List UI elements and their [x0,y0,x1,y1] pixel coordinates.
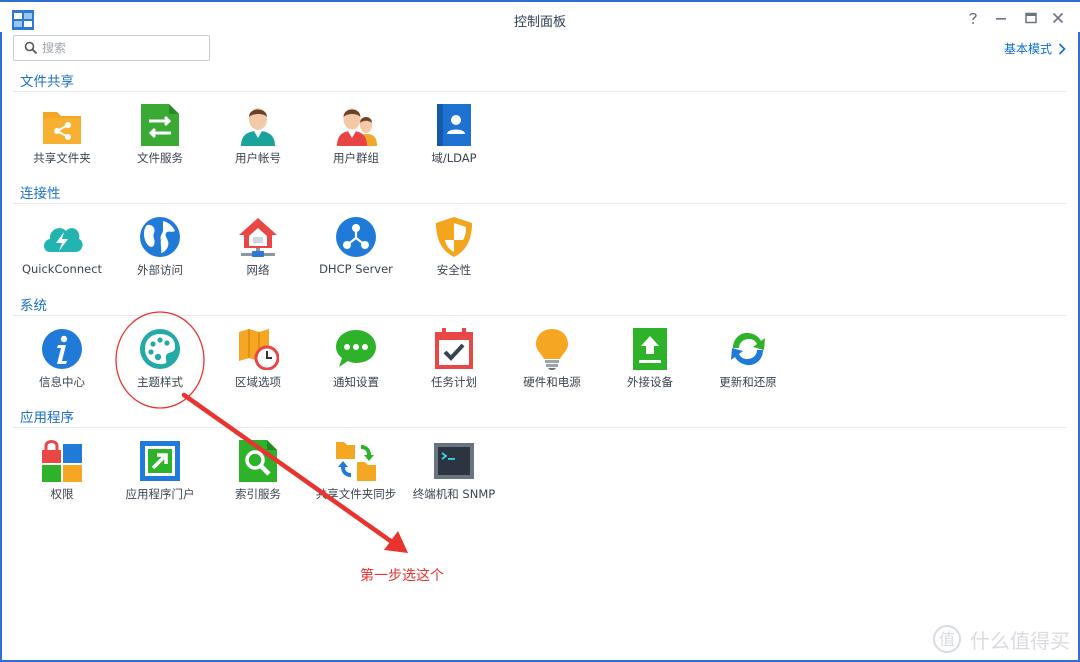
tile-update-restore[interactable]: 更新和还原 [699,328,797,428]
search-input[interactable] [42,39,202,57]
watermark-logo-icon: 值 [933,625,961,653]
quickconnect-cloud-icon [44,228,83,252]
help-icon [969,12,977,24]
lightbulb-icon [536,329,568,370]
chevron-right-icon [1058,42,1066,55]
chat-bubble-icon [336,330,376,367]
section-title-system: 系统 [20,298,47,314]
maximize-button[interactable] [1023,10,1039,26]
tile-security[interactable]: 安全性 [405,216,503,316]
section-title-applications: 应用程序 [20,410,74,426]
tile-notification[interactable]: 通知设置 [307,328,405,428]
tile-application-portal[interactable]: 应用程序门户 [111,440,209,540]
tile-dhcp-server[interactable]: DHCP Server [307,216,405,316]
indexing-search-icon [239,440,277,482]
tile-label: 安全性 [436,263,472,277]
tile-external-devices[interactable]: 外接设备 [601,328,699,428]
tile-user-account[interactable]: 用户帐号 [209,104,307,204]
refresh-icon [731,332,765,366]
window-title: 控制面板 [513,15,566,30]
svg-text:值: 值 [939,630,955,649]
shared-folder-icon [43,112,81,144]
tile-indexing-service[interactable]: 索引服务 [209,440,307,540]
maximize-icon [1025,12,1037,24]
section-title-connectivity: 连接性 [20,186,61,202]
tile-terminal-snmp[interactable]: 终端机和 SNMP [405,440,503,540]
folder-sync-icon [336,442,376,481]
calendar-check-icon [435,328,473,369]
tile-user-group[interactable]: 用户群组 [307,104,405,204]
section-title-file-sharing: 文件共享 [20,74,74,90]
watermark: 值 什么值得买 [932,624,1070,654]
tile-theme-style[interactable]: 主题样式 [111,328,209,428]
section-divider [13,91,1066,92]
user-icon [241,108,275,146]
privileges-lock-icon [42,440,82,482]
control-panel-window: 控制面板 基本模式 文件共享 共 [0,0,1080,662]
search-box [13,35,210,61]
tile-label: 终端机和 SNMP [412,487,496,501]
title-bar: 控制面板 [0,0,1080,32]
tile-label: 更新和还原 [719,375,777,389]
section-divider [13,203,1066,204]
tile-file-services[interactable]: 文件服务 [111,104,209,204]
network-house-icon [239,218,277,257]
tile-domain-ldap[interactable]: 域/LDAP [405,104,503,204]
domain-ldap-icon [437,104,471,146]
search-icon [24,41,38,55]
tile-network[interactable]: 网络 [209,216,307,316]
tile-external-access[interactable]: 外部访问 [111,216,209,316]
shield-icon [436,217,472,257]
application-portal-icon [140,441,180,481]
tile-shared-folder-sync[interactable]: 共享文件夹同步 [307,440,405,540]
section-divider [13,315,1066,316]
palette-icon [140,329,180,369]
help-button[interactable] [965,10,981,26]
annotation-note: 第一步选这个 [360,568,444,584]
minimize-icon [996,18,1006,20]
user-group-icon [337,108,377,146]
file-services-icon [141,104,179,146]
close-icon [1052,12,1064,24]
external-device-icon [633,328,667,370]
tile-task-scheduler[interactable]: 任务计划 [405,328,503,428]
minimize-button[interactable] [993,10,1009,26]
tile-privileges[interactable]: 权限 [13,440,111,540]
globe-icon [140,217,180,257]
map-clock-icon [239,329,279,370]
tile-regional-options[interactable]: 区域选项 [209,328,307,428]
basic-mode-label: 基本模式 [1003,42,1052,56]
section-divider [13,427,1066,428]
terminal-icon [434,443,474,479]
close-button[interactable] [1050,10,1066,26]
info-icon [42,329,82,369]
tile-hardware-power[interactable]: 硬件和电源 [503,328,601,428]
dhcp-server-icon [336,217,376,257]
watermark-text: 什么值得买 [970,628,1070,653]
basic-mode-link[interactable]: 基本模式 [1004,40,1066,57]
tile-label: 域/LDAP [431,151,477,165]
